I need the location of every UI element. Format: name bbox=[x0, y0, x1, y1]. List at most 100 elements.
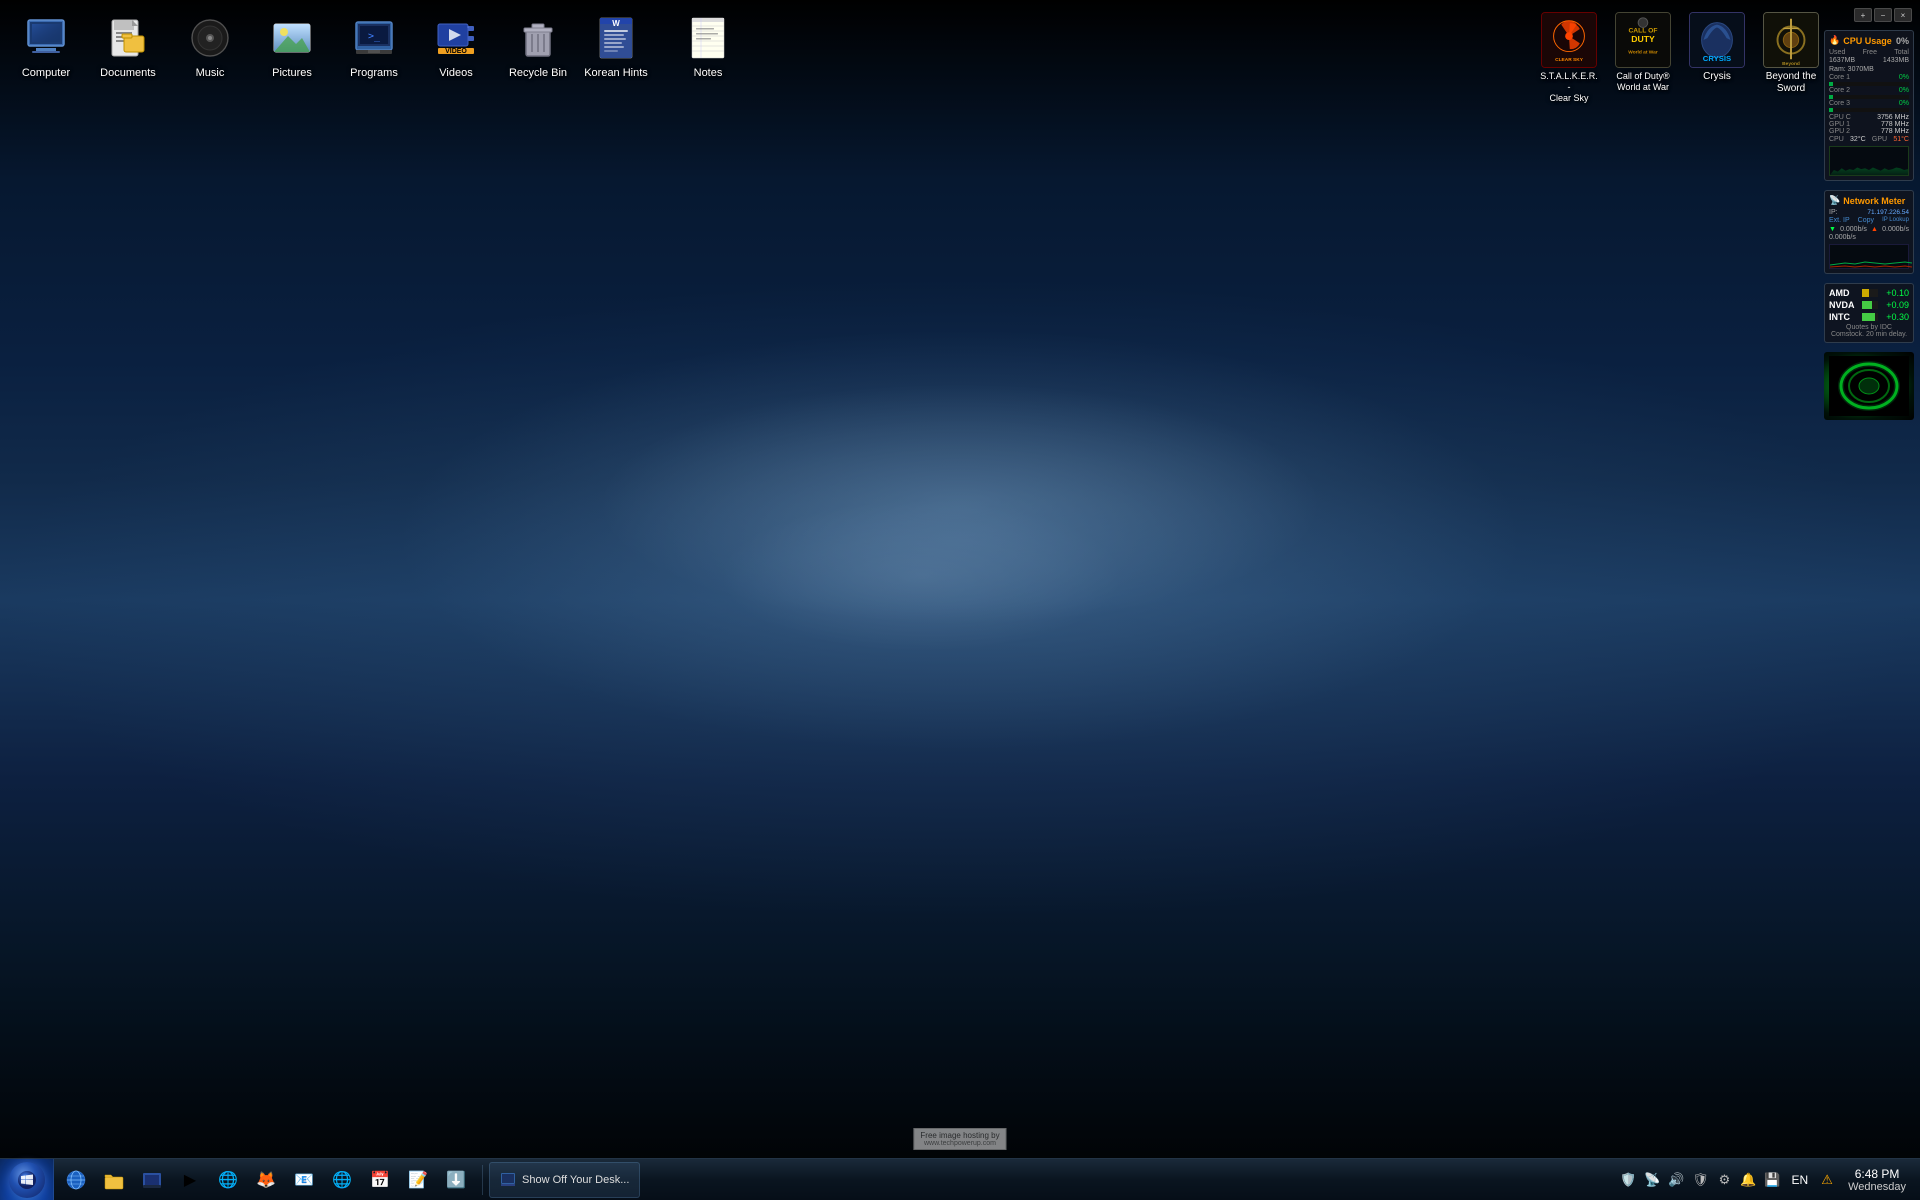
cpu-graph bbox=[1829, 146, 1909, 176]
notes-icon bbox=[684, 14, 732, 62]
taskbar-icon-network2[interactable]: 🌐 bbox=[324, 1162, 360, 1198]
svg-text:W: W bbox=[612, 19, 620, 28]
systray-icon-virus[interactable]: 🛡 bbox=[1691, 1171, 1709, 1189]
desktop-icon-computer[interactable]: Computer bbox=[10, 10, 82, 84]
stocks-widget: AMD +0.10 NVDA +0.09 INTC +0.30 bbox=[1824, 283, 1914, 343]
desktop-icon-notes[interactable]: Notes bbox=[672, 10, 744, 84]
videos-label: Videos bbox=[439, 66, 472, 80]
stock-nvda-row: NVDA +0.09 bbox=[1829, 300, 1909, 310]
desktop-icons-left: Computer Documents bbox=[10, 10, 574, 84]
cod-label: Call of Duty®World at War bbox=[1616, 71, 1669, 93]
svg-text:CLEAR SKY: CLEAR SKY bbox=[1555, 57, 1584, 63]
documents-icon bbox=[104, 14, 152, 62]
beyond-sword-label: Beyond theSword bbox=[1766, 71, 1817, 95]
widget-controls[interactable]: + − × bbox=[1854, 8, 1912, 22]
systray-icon-misc1[interactable]: ⚙ bbox=[1715, 1171, 1733, 1189]
network-widget-title: 📡 Network Meter bbox=[1829, 195, 1909, 206]
taskbar-icon-ie2[interactable]: 🌐 bbox=[210, 1162, 246, 1198]
computer-icon bbox=[22, 14, 70, 62]
videos-icon: VIDEO bbox=[432, 14, 480, 62]
desktop-icon-recycle-bin[interactable]: Recycle Bin bbox=[502, 10, 574, 84]
recycle-bin-label: Recycle Bin bbox=[509, 66, 567, 80]
taskbar-icon-explorer[interactable] bbox=[134, 1162, 170, 1198]
widget-add-btn[interactable]: + bbox=[1854, 8, 1872, 22]
desktop-icon-documents[interactable]: Documents bbox=[92, 10, 164, 84]
music-label: Music bbox=[196, 66, 225, 80]
svg-text:CRYSIS: CRYSIS bbox=[1703, 54, 1731, 63]
cpu-widget-title: 🔥 CPU Usage 0% bbox=[1829, 35, 1909, 46]
desktop-icon-stalker[interactable]: CLEAR SKY S.T.A.L.K.E.R. -Clear Sky bbox=[1535, 8, 1603, 107]
svg-text:DUTY: DUTY bbox=[1631, 34, 1655, 44]
desktop-icons-games: CLEAR SKY S.T.A.L.K.E.R. -Clear Sky CALL… bbox=[1535, 8, 1825, 107]
recycle-bin-icon bbox=[514, 14, 562, 62]
music-icon bbox=[186, 14, 234, 62]
taskbar-icon-torrent[interactable]: ⬇️ bbox=[438, 1162, 474, 1198]
taskbar-icon-folder[interactable] bbox=[96, 1162, 132, 1198]
taskbar-icon-word[interactable]: 📝 bbox=[400, 1162, 436, 1198]
taskbar-icon-media[interactable]: ▶ bbox=[172, 1162, 208, 1198]
computer-label: Computer bbox=[22, 66, 70, 80]
widgets-column: 🔥 CPU Usage 0% Used Free Total 1637MB 14… bbox=[1824, 30, 1912, 420]
stalker-label: S.T.A.L.K.E.R. -Clear Sky bbox=[1539, 71, 1599, 103]
taskbar-icon-calendar[interactable]: 📅 bbox=[362, 1162, 398, 1198]
taskbar-icon-ie[interactable] bbox=[58, 1162, 94, 1198]
stocks-note: Quotes by IDC Comstock. 20 min delay. bbox=[1829, 324, 1909, 338]
desktop-icon-videos[interactable]: VIDEO Videos bbox=[420, 10, 492, 84]
taskbar-divider bbox=[482, 1165, 483, 1195]
programs-icon: >_ bbox=[350, 14, 398, 62]
systray-icon-misc3[interactable]: 💾 bbox=[1763, 1171, 1781, 1189]
taskbar-right: 🛡️ 📡 🔊 🛡 ⚙ 🔔 💾 EN ⚠ 6:48 PM Wednesday bbox=[1611, 1159, 1920, 1200]
systray-icon-misc2[interactable]: 🔔 bbox=[1739, 1171, 1757, 1189]
wallpaper bbox=[0, 0, 1920, 1200]
desktop-icon-cod[interactable]: CALL OF DUTY World at War Call of Duty®W… bbox=[1609, 8, 1677, 107]
notes-label: Notes bbox=[694, 66, 723, 80]
pictures-label: Pictures bbox=[272, 66, 312, 80]
svg-text:Beyond: Beyond bbox=[1782, 61, 1800, 67]
clock-time: 6:48 PM bbox=[1855, 1167, 1900, 1181]
taskbar-quick-launch: ▶ 🌐 🦊 📧 🌐 📅 📝 ⬇️ bbox=[54, 1159, 478, 1200]
desktop-icon-beyond-sword[interactable]: Beyond Beyond theSword bbox=[1757, 8, 1825, 107]
taskbar-icon-mail[interactable]: 📧 bbox=[286, 1162, 322, 1198]
cpu-widget: 🔥 CPU Usage 0% Used Free Total 1637MB 14… bbox=[1824, 30, 1914, 181]
desktop-icon-crysis[interactable]: CRYSIS Crysis bbox=[1683, 8, 1751, 107]
svg-text:World at War: World at War bbox=[1628, 50, 1658, 56]
programs-label: Programs bbox=[350, 66, 398, 80]
pictures-icon bbox=[268, 14, 316, 62]
systray-icon-sound[interactable]: 🔊 bbox=[1667, 1171, 1685, 1189]
taskbar: ▶ 🌐 🦊 📧 🌐 📅 📝 ⬇️ Show Off Your Desk... 🛡… bbox=[0, 1158, 1920, 1200]
taskbar-icon-fire[interactable]: 🦊 bbox=[248, 1162, 284, 1198]
nvidia-widget bbox=[1824, 352, 1914, 420]
stock-intc-row: INTC +0.30 bbox=[1829, 312, 1909, 322]
clock-date: Wednesday bbox=[1848, 1181, 1906, 1193]
desktop-icon-pictures[interactable]: Pictures bbox=[256, 10, 328, 84]
active-window-icon bbox=[500, 1172, 516, 1188]
korean-hints-label: Korean Hints bbox=[584, 66, 648, 80]
taskbar-active-window[interactable]: Show Off Your Desk... bbox=[489, 1162, 640, 1198]
stalker-icon: CLEAR SKY bbox=[1541, 12, 1597, 68]
svg-text:VIDEO: VIDEO bbox=[445, 48, 467, 55]
desktop: + − × bbox=[0, 0, 1920, 1200]
language-indicator[interactable]: EN bbox=[1787, 1171, 1812, 1189]
systray-icon-shield[interactable]: 🛡️ bbox=[1619, 1171, 1637, 1189]
network-graph bbox=[1829, 244, 1909, 269]
crysis-label: Crysis bbox=[1703, 71, 1731, 83]
crysis-icon: CRYSIS bbox=[1689, 12, 1745, 68]
clock[interactable]: 6:48 PM Wednesday bbox=[1842, 1167, 1912, 1193]
widget-close-btn[interactable]: × bbox=[1894, 8, 1912, 22]
systray-security-center[interactable]: ⚠ bbox=[1818, 1171, 1836, 1189]
start-button[interactable] bbox=[0, 1159, 54, 1200]
desktop-icon-korean-hints[interactable]: W Korean Hints bbox=[580, 10, 652, 84]
start-orb bbox=[9, 1162, 45, 1198]
watermark-text: Free image hosting by www.techpowerup.co… bbox=[913, 1128, 1006, 1150]
widget-minimize-btn[interactable]: − bbox=[1874, 8, 1892, 22]
beyond-sword-icon: Beyond bbox=[1763, 12, 1819, 68]
desktop-icon-music[interactable]: Music bbox=[174, 10, 246, 84]
watermark: Free image hosting by www.techpowerup.co… bbox=[913, 1128, 1006, 1150]
stock-amd-row: AMD +0.10 bbox=[1829, 288, 1909, 298]
cod-icon: CALL OF DUTY World at War bbox=[1615, 12, 1671, 68]
network-widget: 📡 Network Meter IP: 71.197.226.54 Ext. I… bbox=[1824, 190, 1914, 274]
korean-hints-icon: W bbox=[592, 14, 640, 62]
systray-icon-network[interactable]: 📡 bbox=[1643, 1171, 1661, 1189]
desktop-icon-programs[interactable]: >_ Programs bbox=[338, 10, 410, 84]
svg-text:>_: >_ bbox=[368, 31, 381, 42]
